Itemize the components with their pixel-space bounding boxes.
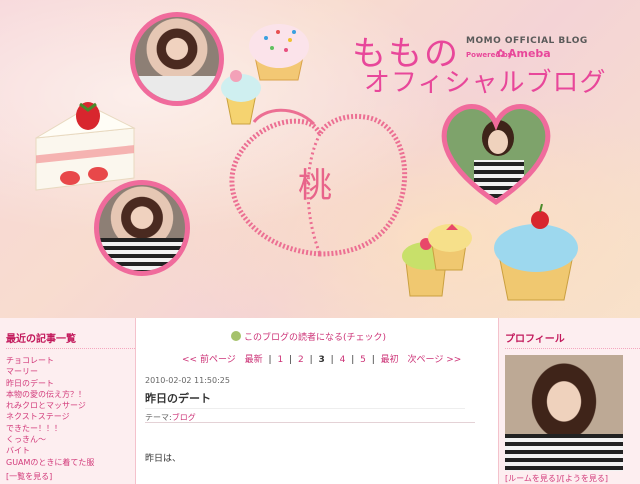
article-link[interactable]: れみクロとマッサージ bbox=[6, 401, 86, 410]
profile-photo[interactable] bbox=[505, 355, 623, 471]
page-link-4[interactable]: 4 bbox=[340, 355, 346, 365]
main-content: このブログの読者になる(チェック) << 前ページ 最新 | 1 | 2 | 3… bbox=[136, 318, 498, 484]
article-link[interactable]: マーリー bbox=[6, 367, 38, 376]
article-link[interactable]: ネクストステージ bbox=[6, 412, 70, 421]
post-title[interactable]: 昨日のデート bbox=[145, 390, 211, 406]
cupcakes-bottom-illustration bbox=[402, 204, 578, 301]
first-link[interactable]: 最初 bbox=[381, 355, 399, 365]
latest-link[interactable]: 最新 bbox=[245, 355, 263, 365]
blog-header: 桃 ももの MOMO OFFICIAL BLOG Powered by ✿ Am… bbox=[0, 0, 640, 318]
pagination: << 前ページ 最新 | 1 | 2 | 3 | 4 | 5 | 最初 次ページ… bbox=[182, 352, 461, 365]
page-link-5[interactable]: 5 bbox=[360, 355, 366, 365]
article-link[interactable]: チョコレート bbox=[6, 356, 54, 365]
pager-separator: | bbox=[330, 355, 334, 365]
list-item[interactable]: できたー！！！ bbox=[6, 423, 135, 434]
article-link[interactable]: 本物の愛の伝え方？！ bbox=[6, 390, 86, 399]
pager-separator: | bbox=[371, 355, 375, 365]
view-all-articles-link[interactable]: [一覧を見る] bbox=[6, 471, 135, 482]
post-theme-row: テーマ:ブログ bbox=[145, 408, 465, 423]
pager-separator: | bbox=[351, 355, 355, 365]
prev-page-link[interactable]: << 前ページ bbox=[182, 355, 236, 365]
become-reader-row[interactable]: このブログの読者になる(チェック) bbox=[231, 330, 386, 343]
recent-articles-list: チョコレート マーリー 昨日のデート 本物の愛の伝え方？！ れみクロとマッサージ… bbox=[6, 355, 135, 468]
recent-articles-title: 最近の記事一覧 bbox=[6, 330, 135, 349]
post-divider bbox=[145, 422, 475, 423]
pager-separator: | bbox=[309, 355, 313, 365]
article-link[interactable]: GUAMのときに着てた服 bbox=[6, 458, 94, 467]
shortcake-illustration bbox=[35, 102, 136, 191]
article-link[interactable]: バイト bbox=[6, 446, 30, 455]
next-page-link[interactable]: 次ページ >> bbox=[408, 355, 462, 365]
list-item[interactable]: チョコレート bbox=[6, 355, 135, 366]
article-link[interactable]: 昨日のデート bbox=[6, 379, 54, 388]
page-link-2[interactable]: 2 bbox=[298, 355, 304, 365]
ameba-logo-text: Ameba bbox=[508, 47, 551, 60]
blog-title-line2: オフィシャルブログ bbox=[364, 68, 607, 98]
list-item[interactable]: くっきん〜 bbox=[6, 434, 135, 445]
profile-title: プロフィール bbox=[505, 330, 640, 349]
peach-kanji: 桃 bbox=[298, 166, 332, 206]
post-date: 2010-02-02 11:50:25 bbox=[145, 376, 230, 385]
right-sidebar: プロフィール [ルームを見る]/[ようを見る] bbox=[498, 318, 640, 484]
list-item[interactable]: 本物の愛の伝え方？！ bbox=[6, 389, 135, 400]
list-item[interactable]: バイト bbox=[6, 445, 135, 456]
article-link[interactable]: できたー！！！ bbox=[6, 424, 62, 433]
list-item[interactable]: ネクストステージ bbox=[6, 411, 135, 422]
page-link-1[interactable]: 1 bbox=[277, 355, 283, 365]
official-blog-label: MOMO OFFICIAL BLOG bbox=[466, 36, 588, 46]
list-item[interactable]: GUAMのときに着てた服 bbox=[6, 457, 135, 468]
ameba-logo-icon: ✿ bbox=[496, 47, 506, 60]
profile-room-link[interactable]: [ルームを見る]/[ようを見る] bbox=[505, 473, 640, 484]
reader-icon bbox=[231, 331, 241, 341]
theme-label: テーマ: bbox=[145, 413, 172, 422]
page-current-3: 3 bbox=[318, 355, 325, 365]
post-body: 昨日は、 bbox=[145, 454, 182, 464]
header-photo-top bbox=[130, 12, 224, 106]
header-photo-heart bbox=[441, 104, 551, 206]
pager-separator: | bbox=[289, 355, 293, 365]
left-sidebar: 最近の記事一覧 チョコレート マーリー 昨日のデート 本物の愛の伝え方？！ れみ… bbox=[0, 318, 136, 484]
list-item[interactable]: れみクロとマッサージ bbox=[6, 400, 135, 411]
list-item[interactable]: マーリー bbox=[6, 366, 135, 377]
pager-separator: | bbox=[268, 355, 272, 365]
list-item[interactable]: 昨日のデート bbox=[6, 378, 135, 389]
theme-link[interactable]: ブログ bbox=[172, 413, 196, 422]
become-reader-link[interactable]: このブログの読者になる(チェック) bbox=[244, 333, 386, 343]
article-link[interactable]: くっきん〜 bbox=[6, 435, 46, 444]
powered-by-label: Powered by bbox=[466, 51, 513, 59]
